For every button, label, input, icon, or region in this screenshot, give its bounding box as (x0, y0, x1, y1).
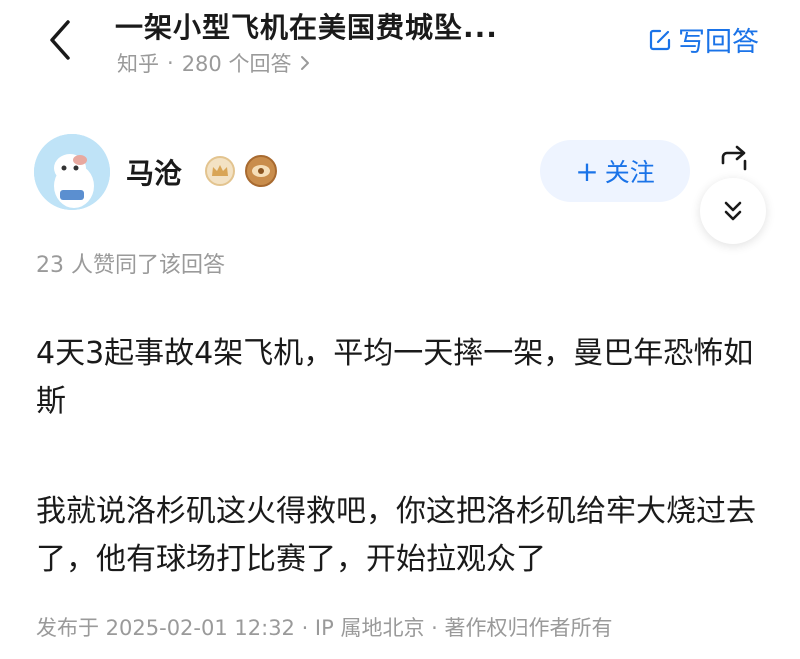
separator-dot: · (167, 51, 174, 75)
source-label: 知乎 (117, 52, 159, 76)
edit-icon (649, 29, 671, 50)
follow-label: 关注 (604, 158, 655, 187)
question-title[interactable]: 一架小型飞机在美国费城坠... (115, 6, 498, 46)
avatar-image (34, 134, 110, 210)
follow-button[interactable]: + 关注 (540, 140, 690, 202)
publish-info: 发布于 2025-02-01 12:32 · IP 属地北京 · 著作权归作者所… (36, 616, 613, 640)
plus-icon: + (575, 154, 599, 188)
write-answer-button[interactable]: 写回答 (648, 20, 759, 59)
answer-paragraph: 我就说洛杉矶这火得救吧，你这把洛杉矶给牢大烧过去了，他有球场打比赛了，开始拉观众… (36, 494, 756, 577)
author-row: 马沧 + 关注 (0, 128, 800, 244)
eye-badge-icon[interactable] (245, 155, 277, 187)
top-bar: 一架小型飞机在美国费城坠... 知乎 · 280 个回答 写回答 (0, 0, 800, 90)
chevron-left-icon (50, 20, 70, 60)
avatar[interactable] (34, 134, 110, 210)
author-name[interactable]: 马沧 (126, 152, 182, 192)
share-icon (721, 145, 747, 171)
back-button[interactable] (38, 14, 82, 66)
answer-paragraph: 4天3起事故4架飞机，平均一天摔一架，曼巴年恐怖如斯 (36, 336, 754, 419)
question-meta[interactable]: 知乎 · 280 个回答 (117, 48, 311, 78)
chevron-double-down-icon (724, 201, 742, 221)
expand-button[interactable] (700, 178, 766, 244)
share-button[interactable] (712, 138, 756, 182)
eye-icon (252, 165, 270, 177)
answer-count: 280 个回答 (181, 52, 292, 76)
chevron-right-icon (301, 56, 310, 70)
write-answer-label: 写回答 (678, 27, 759, 58)
agree-count: 23 人赞同了该回答 (36, 253, 225, 278)
crown-icon (212, 165, 228, 176)
crown-badge-icon[interactable] (205, 156, 235, 186)
